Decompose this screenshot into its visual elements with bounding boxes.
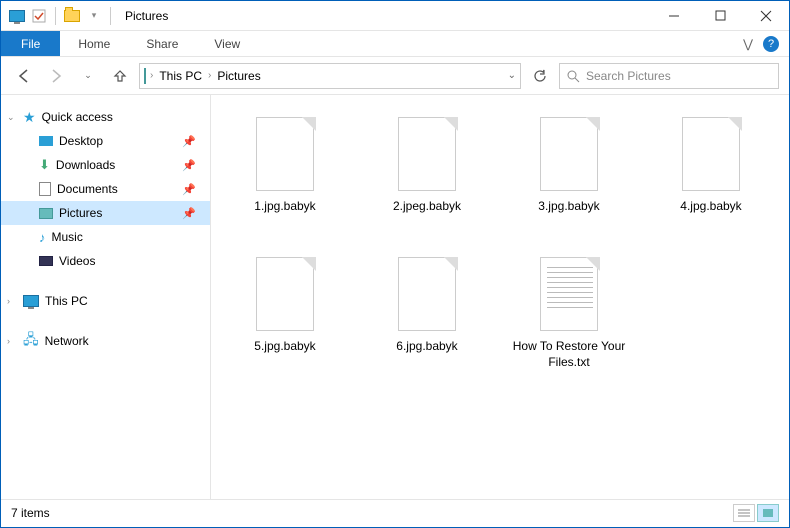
sidebar-item-downloads[interactable]: ⬇ Downloads 📌 xyxy=(1,153,210,177)
file-item[interactable]: 1.jpg.babyk xyxy=(219,111,351,251)
downloads-icon: ⬇ xyxy=(39,157,50,173)
file-item[interactable]: 4.jpg.babyk xyxy=(645,111,777,251)
sidebar-item-label: Downloads xyxy=(56,158,115,172)
sidebar-item-quick-access[interactable]: ⌄ ★ Quick access xyxy=(1,105,210,129)
help-icon[interactable]: ? xyxy=(763,36,779,52)
search-icon xyxy=(566,69,580,83)
status-count: 7 items xyxy=(11,506,50,520)
file-icon xyxy=(395,255,459,333)
music-icon: ♪ xyxy=(39,230,46,245)
view-icons-button[interactable] xyxy=(757,504,779,522)
sidebar-item-music[interactable]: ♪ Music xyxy=(1,225,210,249)
ribbon-expand-icon[interactable]: ⋁ xyxy=(743,37,753,51)
file-icon xyxy=(253,255,317,333)
maximize-button[interactable] xyxy=(697,1,743,31)
sidebar-item-network[interactable]: › 🖧 Network xyxy=(1,329,210,353)
sidebar-item-desktop[interactable]: Desktop 📌 xyxy=(1,129,210,153)
search-placeholder: Search Pictures xyxy=(586,69,671,83)
file-item[interactable]: 6.jpg.babyk xyxy=(361,251,493,391)
sidebar-item-documents[interactable]: Documents 📌 xyxy=(1,177,210,201)
pin-icon: 📌 xyxy=(182,183,196,196)
sidebar-item-label: Videos xyxy=(59,254,95,268)
recent-dropdown-icon[interactable]: ⌄ xyxy=(75,63,101,89)
chevron-right-icon[interactable]: › xyxy=(7,296,10,306)
breadcrumb[interactable]: This PC xyxy=(157,69,204,83)
tab-share[interactable]: Share xyxy=(128,31,196,56)
address-bar[interactable]: › This PC › Pictures ⌄ xyxy=(139,63,521,89)
sidebar-item-label: Desktop xyxy=(59,134,103,148)
file-icon xyxy=(395,115,459,193)
star-icon: ★ xyxy=(23,109,36,126)
files-pane[interactable]: 1.jpg.babyk 2.jpeg.babyk 3.jpg.babyk 4.jpg.… xyxy=(211,95,789,499)
sidebar-item-label: This PC xyxy=(45,294,88,308)
chevron-down-icon[interactable]: ⌄ xyxy=(7,112,15,123)
chevron-right-icon[interactable]: › xyxy=(7,336,10,346)
forward-button[interactable] xyxy=(43,63,69,89)
pictures-icon xyxy=(144,69,146,83)
sidebar-item-label: Network xyxy=(45,334,89,348)
file-label: 6.jpg.babyk xyxy=(396,339,457,355)
file-item[interactable]: How To Restore Your Files.txt xyxy=(503,251,635,391)
qat-dropdown-icon[interactable]: ▾ xyxy=(84,6,104,26)
pin-icon: 📌 xyxy=(182,135,196,148)
sidebar-item-label: Quick access xyxy=(42,110,113,124)
file-label: 5.jpg.babyk xyxy=(254,339,315,355)
file-label: 1.jpg.babyk xyxy=(254,199,315,215)
file-item[interactable]: 2.jpeg.babyk xyxy=(361,111,493,251)
folder-icon xyxy=(62,6,82,26)
window-title: Pictures xyxy=(125,9,168,23)
file-icon xyxy=(537,115,601,193)
chevron-right-icon[interactable]: › xyxy=(208,70,211,81)
sidebar-item-label: Pictures xyxy=(59,206,102,220)
close-button[interactable] xyxy=(743,1,789,31)
sidebar-item-label: Music xyxy=(52,230,83,244)
sidebar-item-this-pc[interactable]: › This PC xyxy=(1,289,210,313)
file-icon xyxy=(679,115,743,193)
file-icon xyxy=(253,115,317,193)
view-details-button[interactable] xyxy=(733,504,755,522)
sidebar-item-label: Documents xyxy=(57,182,118,196)
tab-view[interactable]: View xyxy=(196,31,258,56)
network-icon: 🖧 xyxy=(23,329,39,353)
desktop-icon xyxy=(39,136,53,146)
chevron-right-icon[interactable]: › xyxy=(150,70,153,81)
file-icon xyxy=(537,255,601,333)
file-item[interactable]: 5.jpg.babyk xyxy=(219,251,351,391)
file-label: 4.jpg.babyk xyxy=(680,199,741,215)
minimize-button[interactable] xyxy=(651,1,697,31)
pin-icon: 📌 xyxy=(182,159,196,172)
pictures-icon xyxy=(39,208,53,219)
videos-icon xyxy=(39,256,53,266)
breadcrumb[interactable]: Pictures xyxy=(215,69,262,83)
ribbon: File Home Share View ⋁ ? xyxy=(1,31,789,57)
address-dropdown-icon[interactable]: ⌄ xyxy=(508,70,516,81)
monitor-icon xyxy=(23,295,39,307)
file-label: 2.jpeg.babyk xyxy=(393,199,461,215)
back-button[interactable] xyxy=(11,63,37,89)
qat-checkbox-icon[interactable] xyxy=(29,6,49,26)
up-button[interactable] xyxy=(107,63,133,89)
statusbar: 7 items xyxy=(1,499,789,525)
refresh-button[interactable] xyxy=(527,63,553,89)
titlebar: ▾ Pictures xyxy=(1,1,789,31)
sidebar: ⌄★Quick access Desktop📌⬇Downloads📌Docume… xyxy=(1,95,211,499)
file-label: 3.jpg.babyk xyxy=(538,199,599,215)
file-tab[interactable]: File xyxy=(1,31,60,56)
app-icon xyxy=(7,6,27,26)
tab-home[interactable]: Home xyxy=(60,31,128,56)
search-input[interactable]: Search Pictures xyxy=(559,63,779,89)
file-item[interactable]: 3.jpg.babyk xyxy=(503,111,635,251)
pin-icon: 📌 xyxy=(182,207,196,220)
sidebar-item-videos[interactable]: Videos xyxy=(1,249,210,273)
documents-icon xyxy=(39,182,51,196)
file-label: How To Restore Your Files.txt xyxy=(509,339,629,370)
navbar: ⌄ › This PC › Pictures ⌄ Search Pictures xyxy=(1,57,789,95)
sidebar-item-pictures[interactable]: Pictures 📌 xyxy=(1,201,210,225)
